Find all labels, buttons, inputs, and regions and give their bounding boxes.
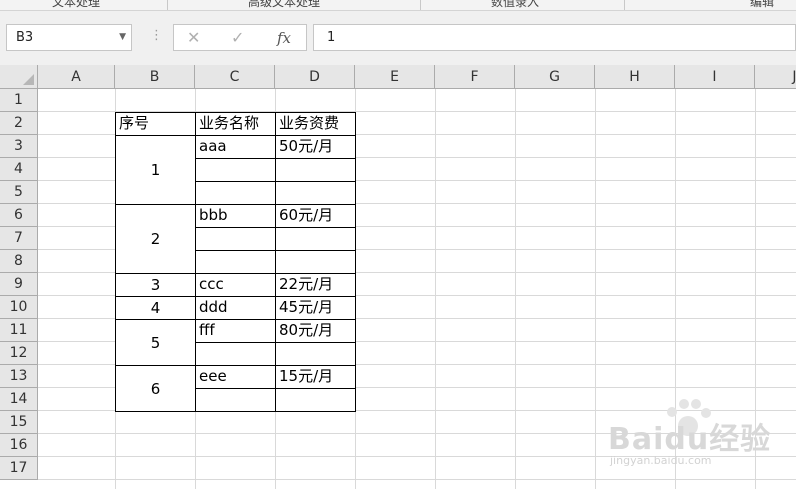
formula-bar: B3 ▼ ⋮ ✕ ✓ fx 1: [0, 11, 796, 65]
row-header-6[interactable]: 6: [0, 204, 38, 227]
cancel-icon[interactable]: ✕: [187, 28, 200, 47]
ribbon-separator: [167, 0, 168, 10]
ribbon-group-edit: 编辑: [750, 0, 775, 9]
column-header-d[interactable]: D: [275, 65, 355, 89]
header-seq-cell[interactable]: 序号: [115, 112, 196, 136]
row-header-13[interactable]: 13: [0, 365, 38, 388]
fee-cell[interactable]: 45元/月: [275, 296, 356, 320]
row-header-8[interactable]: 8: [0, 250, 38, 273]
fee-cell[interactable]: 22元/月: [275, 273, 356, 297]
name-cell[interactable]: fff: [195, 319, 276, 343]
formula-input[interactable]: 1: [313, 24, 796, 51]
select-all-corner[interactable]: [0, 65, 38, 89]
name-box[interactable]: B3 ▼: [6, 24, 132, 51]
drag-handle-icon[interactable]: ⋮: [150, 28, 163, 43]
ribbon-separator: [420, 0, 421, 10]
row-header-5[interactable]: 5: [0, 181, 38, 204]
ribbon-group-advanced-text: 高级文本处理: [248, 0, 321, 9]
seq-cell[interactable]: 4: [115, 296, 196, 320]
ribbon-group-number-entry: 数值录入: [491, 0, 540, 9]
select-all-icon: [23, 74, 34, 85]
row-header-14[interactable]: 14: [0, 388, 38, 411]
seq-cell[interactable]: 1: [115, 135, 196, 205]
seq-cell[interactable]: 6: [115, 365, 196, 412]
column-header-c[interactable]: C: [195, 65, 275, 89]
name-cell[interactable]: [195, 250, 276, 274]
row-header-4[interactable]: 4: [0, 158, 38, 181]
spreadsheet-grid: ABCDEFGHIJ 1 2 3 4 5 6 7 8 9 10 11 12 13 14 15 16 17 序号业…: [0, 65, 796, 489]
row-header-3[interactable]: 3: [0, 135, 38, 158]
name-cell[interactable]: ddd: [195, 296, 276, 320]
row-header-2[interactable]: 2: [0, 112, 38, 135]
name-cell[interactable]: [195, 342, 276, 366]
column-header-h[interactable]: H: [595, 65, 675, 89]
column-header-j[interactable]: J: [755, 65, 796, 89]
fee-cell[interactable]: [275, 158, 356, 182]
row-header-16[interactable]: 16: [0, 434, 38, 457]
name-cell[interactable]: [195, 181, 276, 205]
seq-cell[interactable]: 3: [115, 273, 196, 297]
fee-cell[interactable]: [275, 342, 356, 366]
fee-cell[interactable]: 15元/月: [275, 365, 356, 389]
row-header-9[interactable]: 9: [0, 273, 38, 296]
fee-cell[interactable]: [275, 250, 356, 274]
fee-cell[interactable]: 50元/月: [275, 135, 356, 159]
name-cell[interactable]: bbb: [195, 204, 276, 228]
seq-cell[interactable]: 2: [115, 204, 196, 274]
insert-function-icon[interactable]: fx: [277, 29, 291, 47]
fee-cell[interactable]: 60元/月: [275, 204, 356, 228]
name-cell[interactable]: [195, 388, 276, 412]
seq-cell[interactable]: 5: [115, 319, 196, 366]
name-cell[interactable]: ccc: [195, 273, 276, 297]
check-icon[interactable]: ✓: [231, 28, 244, 47]
ribbon-separator: [624, 0, 625, 10]
name-cell[interactable]: eee: [195, 365, 276, 389]
row-header-7[interactable]: 7: [0, 227, 38, 250]
row-header-10[interactable]: 10: [0, 296, 38, 319]
column-header-f[interactable]: F: [435, 65, 515, 89]
column-header-a[interactable]: A: [38, 65, 115, 89]
formula-input-value: 1: [327, 30, 336, 45]
row-header-15[interactable]: 15: [0, 411, 38, 434]
fee-cell[interactable]: [275, 388, 356, 412]
column-header-e[interactable]: E: [355, 65, 435, 89]
row-header-12[interactable]: 12: [0, 342, 38, 365]
formula-buttons: ✕ ✓ fx: [173, 24, 307, 51]
fee-cell[interactable]: [275, 227, 356, 251]
fee-cell[interactable]: [275, 181, 356, 205]
chevron-down-icon[interactable]: ▼: [119, 32, 126, 42]
column-header-g[interactable]: G: [515, 65, 595, 89]
name-cell[interactable]: [195, 158, 276, 182]
fee-cell[interactable]: 80元/月: [275, 319, 356, 343]
column-header-i[interactable]: I: [675, 65, 755, 89]
header-name-cell[interactable]: 业务名称: [195, 112, 276, 136]
ribbon-group-labels: 文本处理 高级文本处理 数值录入 编辑: [0, 0, 796, 11]
ribbon-group-text-processing: 文本处理: [52, 0, 101, 9]
column-header-b[interactable]: B: [115, 65, 195, 89]
row-header-1[interactable]: 1: [0, 89, 38, 112]
row-header-17[interactable]: 17: [0, 457, 38, 480]
header-fee-cell[interactable]: 业务资费: [275, 112, 356, 136]
row-header-11[interactable]: 11: [0, 319, 38, 342]
name-box-value: B3: [16, 30, 34, 45]
name-cell[interactable]: aaa: [195, 135, 276, 159]
name-cell[interactable]: [195, 227, 276, 251]
